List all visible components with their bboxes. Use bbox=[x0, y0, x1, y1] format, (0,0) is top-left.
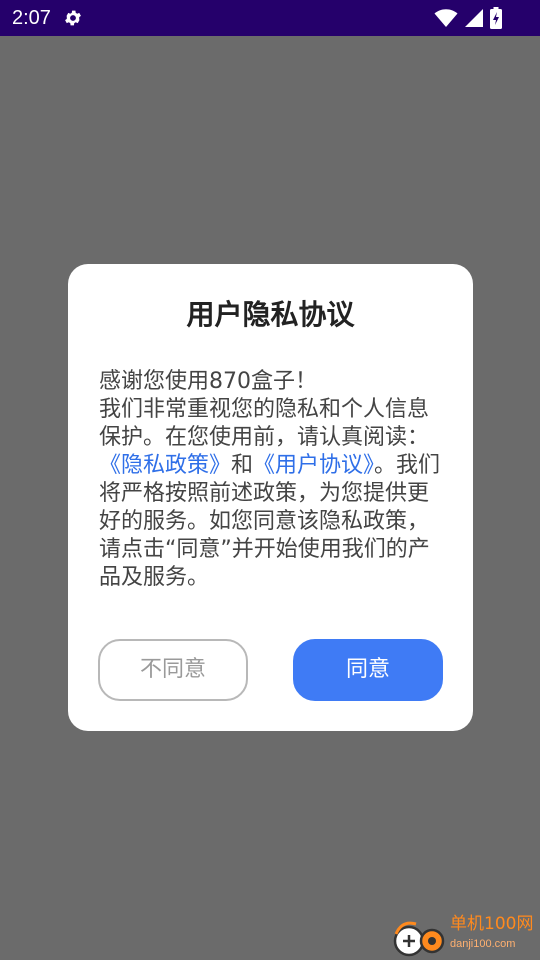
dialog-title: 用户隐私协议 bbox=[186, 298, 355, 331]
battery-charging-icon bbox=[490, 7, 502, 29]
body-text-before-links: 我们非常重视您的隐私和个人信息保护。在您使用前，请认真阅读： bbox=[99, 397, 430, 450]
status-indicators bbox=[434, 7, 502, 29]
watermark-logo-icon bbox=[393, 921, 445, 957]
privacy-agreement-dialog: 用户隐私协议 感谢您使用870盒子！ 我们非常重视您的隐私和个人信息保护。在您使… bbox=[68, 264, 473, 731]
wifi-icon bbox=[434, 9, 458, 28]
status-bar: 2:07 bbox=[0, 0, 540, 36]
greeting-text: 感谢您使用870盒子！ bbox=[99, 369, 317, 394]
status-time: 2:07 bbox=[12, 7, 51, 29]
user-agreement-link[interactable]: 《用户协议》 bbox=[253, 453, 374, 478]
watermark: 单机100网 danji100.com bbox=[388, 914, 538, 958]
watermark-brand: 单机100网 bbox=[450, 914, 534, 934]
and-text: 和 bbox=[231, 453, 254, 478]
settings-icon bbox=[65, 10, 81, 26]
watermark-url: danji100.com bbox=[450, 938, 516, 950]
dialog-body: 感谢您使用870盒子！ 我们非常重视您的隐私和个人信息保护。在您使用前，请认真阅… bbox=[99, 368, 445, 592]
decline-button[interactable]: 不同意 bbox=[98, 639, 248, 701]
signal-icon bbox=[465, 9, 483, 27]
agree-button[interactable]: 同意 bbox=[293, 639, 443, 701]
privacy-policy-link[interactable]: 《隐私政策》 bbox=[99, 453, 231, 478]
